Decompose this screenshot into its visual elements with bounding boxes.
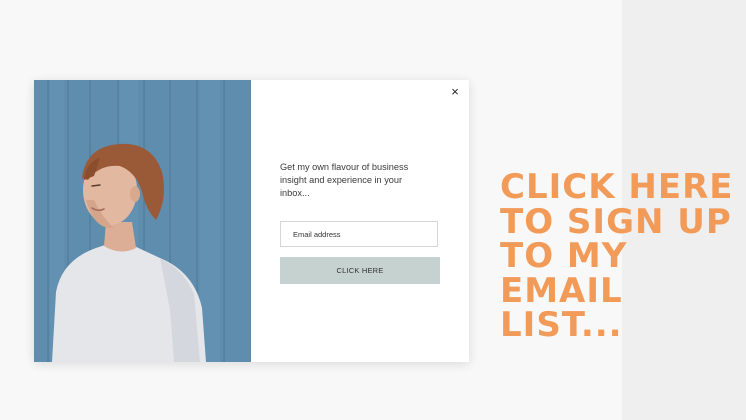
signup-popup: × Get my own flavour of business insight… xyxy=(34,80,469,362)
submit-button[interactable]: CLICK HERE xyxy=(280,257,440,284)
close-icon[interactable]: × xyxy=(447,84,463,100)
cta-line: CLICK HERE xyxy=(500,167,734,207)
portrait-photo xyxy=(34,80,251,362)
cta-heading: CLICK HERE TO SIGN UP TO MY EMAIL LIST..… xyxy=(500,170,740,343)
email-field[interactable] xyxy=(280,221,438,247)
email-input[interactable] xyxy=(281,222,437,246)
signup-intro-text: Get my own flavour of business insight a… xyxy=(280,162,409,199)
cta-line: TO MY xyxy=(500,236,628,276)
cta-line: EMAIL xyxy=(500,270,623,311)
cta-line: LIST... xyxy=(500,305,623,345)
signup-form: × Get my own flavour of business insight… xyxy=(251,80,469,362)
cta-line: TO SIGN UP xyxy=(500,201,732,242)
